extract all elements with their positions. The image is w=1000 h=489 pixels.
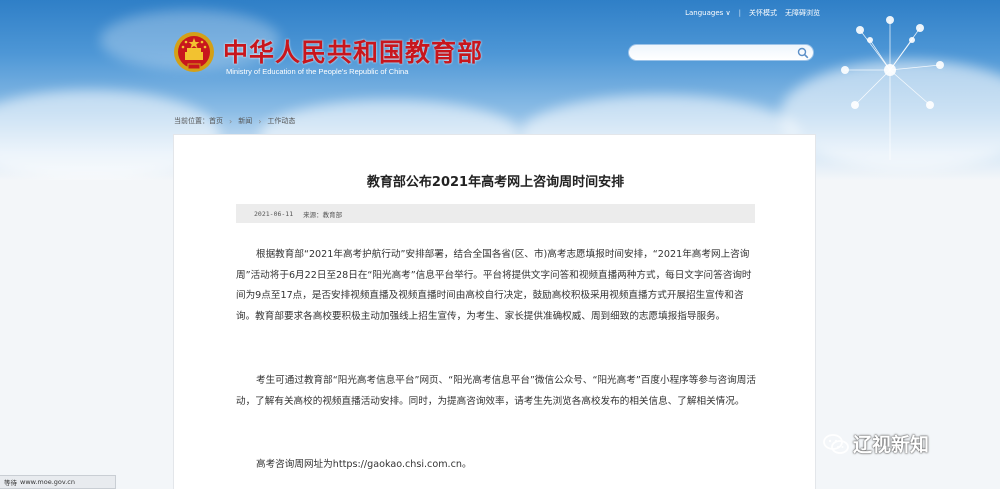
status-state: 等待 <box>4 479 17 487</box>
article-paragraph: 考生可通过教育部“阳光高考信息平台”网页、“阳光高考信息平台”微信公众号、“阳光… <box>236 371 757 412</box>
chevron-right-icon: › <box>229 116 233 126</box>
article-paragraph: 根据教育部“2021年高考护航行动”安排部署，结合全国各省(区、市)高考志愿填报… <box>236 245 757 327</box>
breadcrumb-item-work-news[interactable]: 工作动态 <box>267 116 295 126</box>
dandelion-decoration <box>841 16 944 160</box>
breadcrumb-item-news[interactable]: 新闻 <box>238 116 252 126</box>
caring-mode-link[interactable]: 关怀模式 <box>749 8 777 18</box>
top-links: Languages ∨ | 关怀模式 无障碍浏览 <box>685 8 820 18</box>
languages-link[interactable]: Languages ∨ <box>685 9 731 17</box>
article-source: 来源：教育部 <box>303 210 343 219</box>
separator: | <box>738 9 741 17</box>
watermark-text: 辽视新知 <box>853 434 930 456</box>
paragraph-text: 考生可通过教育部“阳光高考信息平台”网页、“阳光高考信息平台”微信公众号、“阳光… <box>236 375 756 407</box>
paragraph-text: 根据教育部“2021年高考护航行动”安排部署，结合全国各省(区、市)高考志愿填报… <box>236 249 752 322</box>
paragraph-text: 高考咨询周网址为https://gaokao.chsi.com.cn。 <box>256 459 472 470</box>
article-meta-bar: 2021-06-11 来源：教育部 <box>236 204 755 223</box>
site-subtitle: Ministry of Education of the People's Re… <box>226 67 409 76</box>
article-date: 2021-06-11 <box>254 209 294 218</box>
breadcrumb-home[interactable]: 当前位置：首页 <box>174 116 223 126</box>
search-icon[interactable] <box>797 47 809 59</box>
status-url: www.moe.gov.cn <box>20 478 75 486</box>
national-emblem-icon <box>174 32 214 72</box>
article-panel: 教育部公布2021年高考网上咨询周时间安排 2021-06-11 来源：教育部 … <box>173 134 816 489</box>
search-input[interactable] <box>637 46 797 61</box>
article-paragraph: 高考咨询周网址为https://gaokao.chsi.com.cn。 <box>236 455 757 476</box>
browser-status-bar: 等待 www.moe.gov.cn <box>0 475 116 489</box>
wechat-icon <box>823 433 849 454</box>
site-title[interactable]: 中华人民共和国教育部 <box>223 33 483 69</box>
breadcrumb: 当前位置：首页 › 新闻 › 工作动态 <box>174 116 295 126</box>
chevron-right-icon: › <box>258 116 262 126</box>
accessible-browsing-link[interactable]: 无障碍浏览 <box>785 8 820 18</box>
article-title: 教育部公布2021年高考网上咨询周时间安排 <box>366 175 625 190</box>
search-box <box>628 44 814 61</box>
watermark: 辽视新知 <box>823 430 929 457</box>
